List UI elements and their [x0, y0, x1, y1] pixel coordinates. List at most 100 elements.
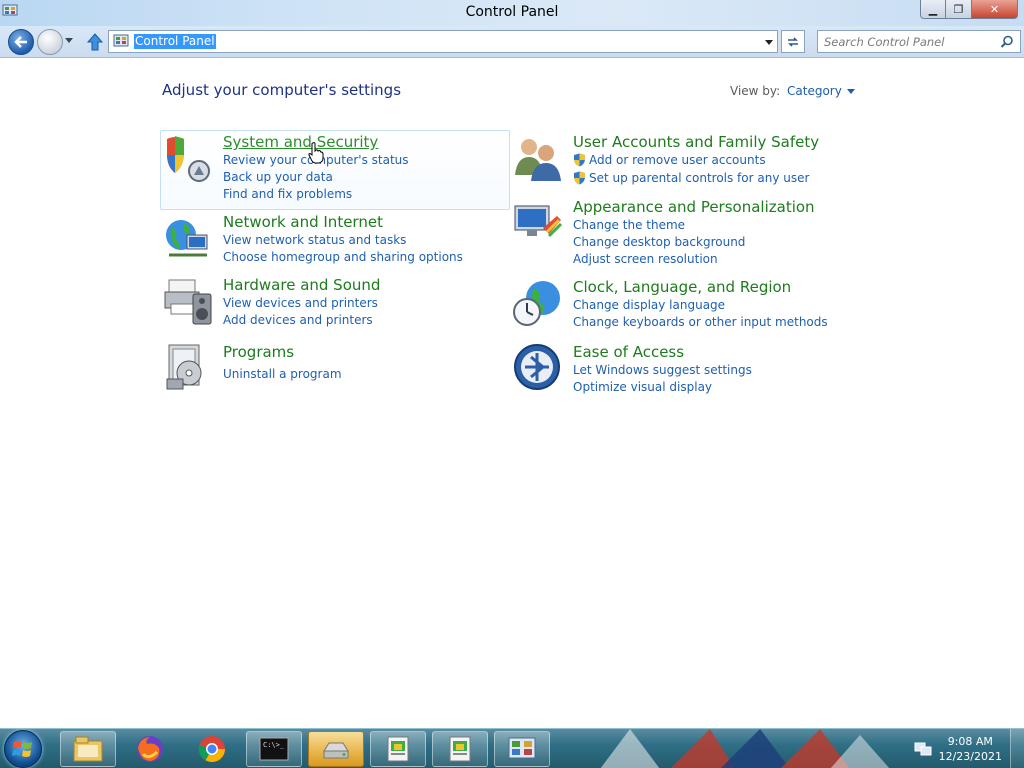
category-title[interactable]: Hardware and Sound [223, 276, 380, 294]
taskbar-explorer-button[interactable] [60, 731, 116, 767]
taskbar-app-button[interactable] [432, 731, 488, 767]
minimize-icon: ▁ [928, 2, 938, 16]
clock-time: 9:08 AM [947, 735, 993, 748]
category-title[interactable]: Appearance and Personalization [573, 198, 815, 216]
category-link[interactable]: Optimize visual display [573, 380, 712, 394]
drive-icon [323, 742, 349, 759]
restore-icon: ❐ [953, 2, 964, 16]
taskbar-app-button[interactable] [370, 731, 426, 767]
category-title[interactable]: Ease of Access [573, 343, 684, 361]
window-title: Control Panel [465, 4, 559, 20]
taskbar-chrome-button[interactable] [184, 731, 240, 767]
address-dropdown-icon[interactable] [765, 40, 773, 45]
system-tray: 9:08 AM 12/23/2021 [910, 729, 1024, 768]
category-link[interactable]: Uninstall a program [223, 367, 342, 381]
back-button[interactable] [8, 29, 34, 55]
control-panel-icon [113, 34, 129, 47]
firefox-icon [137, 736, 163, 762]
windows-logo-icon [12, 741, 32, 757]
address-value[interactable]: Control Panel [134, 34, 216, 49]
network-icon[interactable] [914, 741, 932, 757]
category-link-text[interactable]: Set up parental controls for any user [589, 171, 809, 185]
close-button[interactable]: ✕ [972, 0, 1018, 19]
category-link[interactable]: Change the theme [573, 218, 685, 232]
category-link[interactable]: Let Windows suggest settings [573, 363, 752, 377]
view-by-label: View by: [730, 84, 781, 98]
category-link[interactable]: Set up parental controls for any user [573, 171, 809, 185]
navigation-bar: Control Panel [0, 26, 1024, 58]
chevron-down-icon [846, 89, 855, 94]
category-link[interactable]: Change display language [573, 298, 725, 312]
taskbar-control-panel-button[interactable] [494, 731, 550, 767]
category-title[interactable]: System and Security [223, 133, 378, 151]
recent-pages-dropdown-icon[interactable] [65, 38, 73, 43]
start-button[interactable] [4, 730, 42, 768]
title-bar: Control Panel ▁ ❐ ✕ [0, 0, 1024, 26]
category-title[interactable]: Clock, Language, and Region [573, 278, 791, 296]
page-heading: Adjust your computer's settings [162, 81, 402, 99]
category-link[interactable]: Add or remove user accounts [573, 153, 766, 167]
app-icon [449, 736, 471, 762]
uac-shield-icon [574, 153, 585, 167]
category-link-text[interactable]: Add or remove user accounts [589, 153, 766, 167]
ease-of-access-icon [514, 344, 560, 390]
category-title[interactable]: Network and Internet [223, 213, 383, 231]
category-ease-of-access: Ease of Access Let Windows suggest setti… [513, 343, 853, 398]
arrow-left-icon [14, 36, 27, 48]
hand-cursor-icon [308, 142, 324, 164]
taskbar-cmd-button[interactable]: C:\>_ [246, 731, 302, 767]
category-title[interactable]: Programs [223, 343, 294, 361]
category-network-and-internet: Network and Internet View network status… [163, 213, 503, 268]
view-by-dropdown[interactable]: Category [787, 84, 855, 98]
category-link[interactable]: Adjust screen resolution [573, 252, 718, 266]
category-hardware-and-sound: Hardware and Sound View devices and prin… [163, 276, 503, 331]
clock-date: 12/23/2021 [938, 750, 1002, 763]
svg-text:C:\>_: C:\>_ [263, 741, 285, 749]
uac-shield-icon [574, 171, 585, 185]
taskbar: C:\>_ 9:08 AM 12/23/2021 [0, 728, 1024, 768]
category-link[interactable]: View devices and printers [223, 296, 378, 310]
users-icon [515, 139, 561, 181]
category-link[interactable]: View network status and tasks [223, 233, 406, 247]
clock[interactable]: 9:08 AM 12/23/2021 [939, 734, 1002, 764]
category-link[interactable]: Choose homegroup and sharing options [223, 250, 463, 264]
explorer-icon [73, 736, 103, 762]
category-link[interactable]: Add devices and printers [223, 313, 373, 327]
category-programs: Programs Uninstall a program [163, 343, 503, 390]
refresh-button[interactable] [781, 30, 805, 53]
restore-button[interactable]: ❐ [946, 0, 972, 19]
control-panel-icon [508, 737, 536, 759]
category-user-accounts: User Accounts and Family Safety Add or r… [513, 133, 853, 188]
category-title[interactable]: User Accounts and Family Safety [573, 133, 819, 151]
refresh-icon [788, 36, 798, 47]
network-globe-icon [166, 220, 208, 257]
address-bar[interactable]: Control Panel [108, 30, 778, 53]
category-link[interactable]: Change keyboards or other input methods [573, 315, 828, 329]
shield-icon [167, 136, 210, 182]
search-icon[interactable] [1000, 35, 1014, 49]
minimize-button[interactable]: ▁ [920, 0, 946, 19]
window-controls: ▁ ❐ ✕ [920, 0, 1018, 19]
close-icon: ✕ [989, 2, 1000, 16]
taskbar-drive-button[interactable] [308, 731, 364, 767]
wallpaper-art [600, 729, 890, 768]
view-by-value[interactable]: Category [787, 84, 842, 98]
category-clock-language-region: Clock, Language, and Region Change displ… [513, 278, 853, 333]
clock-globe-icon [513, 281, 560, 326]
category-link[interactable]: Back up your data [223, 170, 333, 184]
cmd-icon: C:\>_ [259, 737, 289, 761]
programs-icon [166, 344, 202, 390]
app-icon [387, 736, 409, 762]
category-link[interactable]: Find and fix problems [223, 187, 352, 201]
search-input[interactable] [824, 34, 994, 49]
search-box[interactable] [817, 30, 1021, 53]
monitor-paint-icon [514, 205, 563, 238]
category-appearance: Appearance and Personalization Change th… [513, 198, 853, 268]
up-arrow-icon[interactable] [86, 32, 104, 52]
printer-speaker-icon [164, 279, 212, 325]
category-link[interactable]: Change desktop background [573, 235, 745, 249]
taskbar-firefox-button[interactable] [122, 731, 178, 767]
forward-button[interactable] [37, 29, 63, 55]
show-desktop-button[interactable] [1010, 729, 1024, 768]
chrome-icon [198, 736, 226, 763]
